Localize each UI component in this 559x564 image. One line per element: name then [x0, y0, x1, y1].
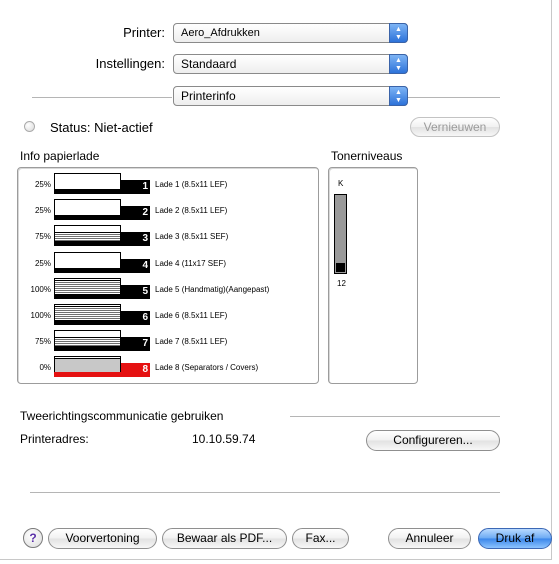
panel-select[interactable]: Printerinfo ▲ ▼ — [173, 86, 408, 106]
toner-value: 12 — [337, 279, 346, 288]
tray-row: 75% 7 Lade 7 (8.5x11 LEF) — [21, 330, 311, 352]
tray-name: Lade 4 (11x17 SEF) — [155, 258, 227, 268]
tray-row: 100% 6 Lade 6 (8.5x11 LEF) — [21, 304, 311, 325]
status-indicator-icon — [24, 121, 35, 132]
popup-arrows-icon: ▲ ▼ — [389, 54, 408, 74]
tray-percent: 75% — [34, 232, 51, 242]
toner-gauge-fill — [336, 263, 345, 272]
cancel-button[interactable]: Annuleer — [388, 528, 471, 549]
toner-gauge — [334, 194, 347, 274]
tray-number: 3 — [121, 232, 150, 247]
status-text: Status: Niet-actief — [50, 120, 153, 135]
toner-label: K — [338, 179, 344, 188]
printer-select-value: Aero_Afdrukken — [181, 27, 260, 39]
save-pdf-button[interactable]: Bewaar als PDF... — [162, 528, 287, 549]
tray-row: 0% 8 Lade 8 (Separators / Covers) — [21, 356, 311, 378]
tray-name: Lade 1 (8.5x11 LEF) — [155, 180, 228, 189]
tray-name: Lade 3 (8.5x11 SEF) — [155, 232, 229, 242]
help-button[interactable]: ? — [23, 528, 43, 548]
tray-number: 5 — [121, 284, 150, 299]
settings-select[interactable]: Standaard ▲ ▼ — [173, 54, 408, 74]
tray-row: 25% 1 Lade 1 (8.5x11 LEF) — [21, 173, 311, 194]
tray-row: 100% 5 Lade 5 (Handmatig)(Aangepast) — [21, 277, 311, 299]
settings-select-value: Standaard — [181, 57, 237, 71]
footer-separator — [30, 492, 500, 493]
tray-percent: 25% — [34, 206, 51, 216]
print-button[interactable]: Druk af — [478, 528, 552, 549]
tray-number: 1 — [121, 180, 150, 194]
tray-row: 25% 2 Lade 2 (8.5x11 LEF) — [21, 199, 311, 221]
tray-number: 7 — [121, 337, 150, 352]
tray-percent: 100% — [30, 284, 51, 294]
tray-name: Lade 8 (Separators / Covers) — [155, 363, 259, 373]
refresh-button[interactable]: Vernieuwen — [410, 117, 500, 137]
tray-info-title: Info papierlade — [20, 149, 100, 163]
tray-number: 4 — [121, 258, 150, 273]
tray-percent: 75% — [34, 337, 51, 347]
toner-box: K 12 — [328, 167, 418, 384]
configure-button[interactable]: Configureren... — [366, 430, 500, 451]
preview-button[interactable]: Voorvertoning — [48, 528, 157, 549]
comm-title: Tweerichtingscommunicatie gebruiken — [20, 409, 224, 423]
tray-percent: 0% — [39, 363, 51, 373]
tray-percent: 25% — [34, 258, 51, 268]
fax-button[interactable]: Fax... — [292, 528, 349, 549]
panel-separator-left — [32, 97, 172, 98]
panel-separator-right — [408, 97, 500, 98]
tray-name: Lade 5 (Handmatig)(Aangepast) — [155, 284, 270, 294]
toner-title: Tonerniveaus — [331, 149, 403, 163]
tray-name: Lade 6 (8.5x11 LEF) — [155, 311, 228, 320]
tray-percent: 25% — [34, 180, 51, 189]
settings-label: Instellingen: — [95, 56, 165, 71]
printer-label: Printer: — [123, 25, 165, 40]
tray-number: 6 — [121, 311, 150, 325]
popup-arrows-icon: ▲ ▼ — [389, 86, 408, 106]
tray-percent: 100% — [30, 311, 51, 320]
print-dialog: Printer: Aero_Afdrukken ▲ ▼ Instellingen:… — [0, 0, 552, 560]
tray-info-box: 25% 1 Lade 1 (8.5x11 LEF) 25% 2 Lade 2 (8.5x1… — [17, 167, 319, 384]
panel-select-value: Printerinfo — [181, 89, 236, 103]
tray-row: 75% 3 Lade 3 (8.5x11 SEF) — [21, 225, 311, 247]
help-icon: ? — [29, 531, 37, 545]
popup-arrows-icon: ▲ ▼ — [389, 23, 408, 43]
tray-name: Lade 7 (8.5x11 LEF) — [155, 337, 228, 347]
tray-row: 25% 4 Lade 4 (11x17 SEF) — [21, 251, 311, 273]
printer-address-label: Printeradres: — [20, 432, 89, 446]
tray-number: 2 — [121, 206, 150, 221]
tray-number: 8 — [121, 363, 150, 378]
tray-name: Lade 2 (8.5x11 LEF) — [155, 206, 228, 216]
printer-address-value: 10.10.59.74 — [192, 432, 256, 446]
comm-separator — [290, 416, 500, 417]
printer-select[interactable]: Aero_Afdrukken ▲ ▼ — [173, 23, 408, 43]
